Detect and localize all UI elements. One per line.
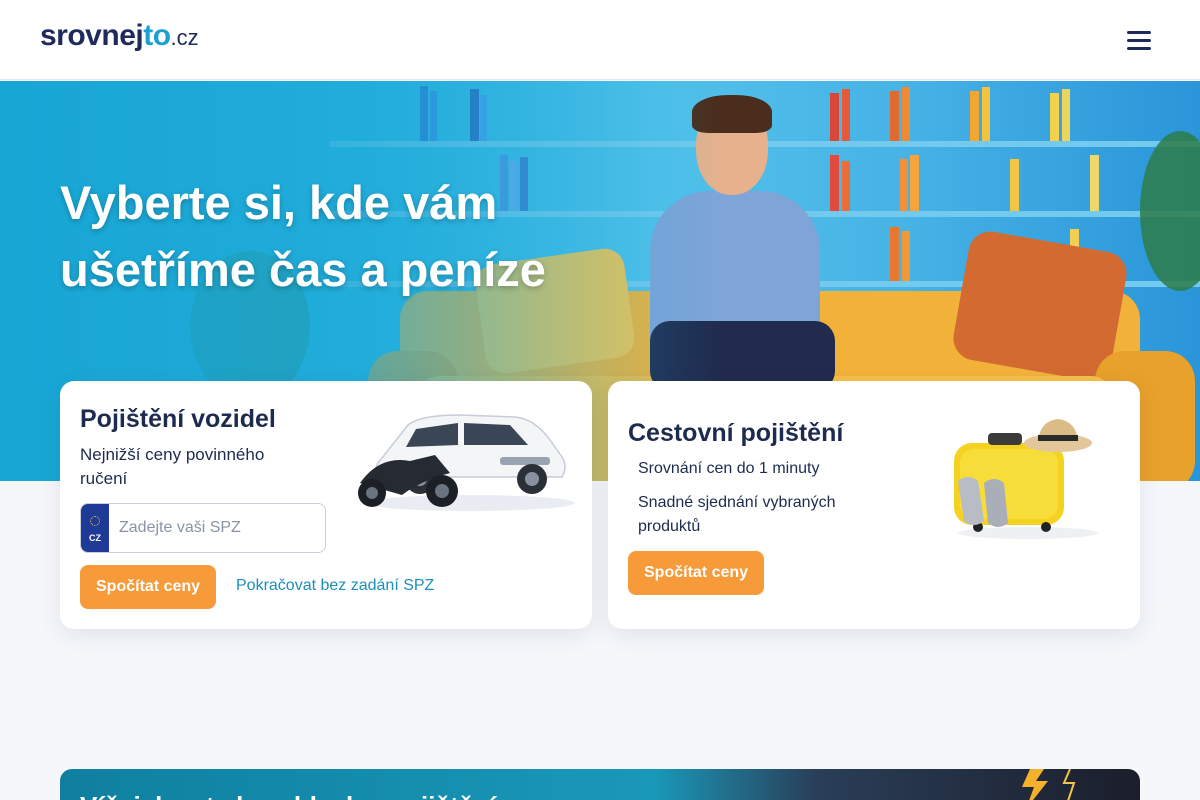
promo-title: Víš, jak vet...ka a blesk... pojištění..… — [80, 791, 518, 800]
vehicle-insurance-card: Pojištění vozidel Nejnižší ceny povinnéh… — [60, 381, 592, 629]
lightning-icon — [1022, 769, 1076, 800]
logo-main: srovnej — [40, 19, 144, 52]
suitcase-with-hat-and-shoes-illustration — [938, 411, 1108, 541]
site-logo[interactable]: srovnejto.cz — [40, 19, 199, 53]
travel-card-title: Cestovní pojištění — [628, 419, 844, 447]
logo-accent: to — [143, 19, 171, 52]
logo-tld: .cz — [170, 25, 199, 50]
travel-calculate-button[interactable]: Spočítat ceny — [628, 551, 765, 595]
travel-insurance-card: Cestovní pojištění Srovnání cen do 1 min… — [608, 381, 1140, 629]
travel-benefits-list: Srovnání cen do 1 minuty Snadné sjednání… — [638, 457, 888, 549]
eu-flag-icon: CZ — [81, 504, 109, 552]
license-plate-input[interactable] — [119, 504, 319, 552]
vehicle-calculate-button[interactable]: Spočítat ceny — [80, 565, 217, 609]
hamburger-menu-icon[interactable] — [1124, 28, 1154, 52]
car-and-motorcycle-illustration — [350, 395, 580, 515]
plate-country-code: CZ — [89, 533, 101, 543]
vehicle-card-title: Pojištění vozidel — [80, 405, 276, 433]
vehicle-card-subtitle: Nejnižší ceny povinného ručení — [80, 445, 265, 488]
list-item: Srovnání cen do 1 minuty — [638, 460, 820, 477]
site-header: srovnejto.cz — [0, 0, 1200, 80]
promo-banner[interactable]: Víš, jak vet...ka a blesk... pojištění..… — [60, 769, 1140, 800]
continue-without-plate-link[interactable]: Pokračovat bez zadání SPZ — [236, 577, 434, 595]
list-item: Snadné sjednání vybraných produktů — [638, 494, 836, 535]
hero-title: Vyberte si, kde vám ušetříme čas a peníz… — [60, 176, 546, 296]
license-plate-field[interactable]: CZ — [80, 503, 326, 553]
